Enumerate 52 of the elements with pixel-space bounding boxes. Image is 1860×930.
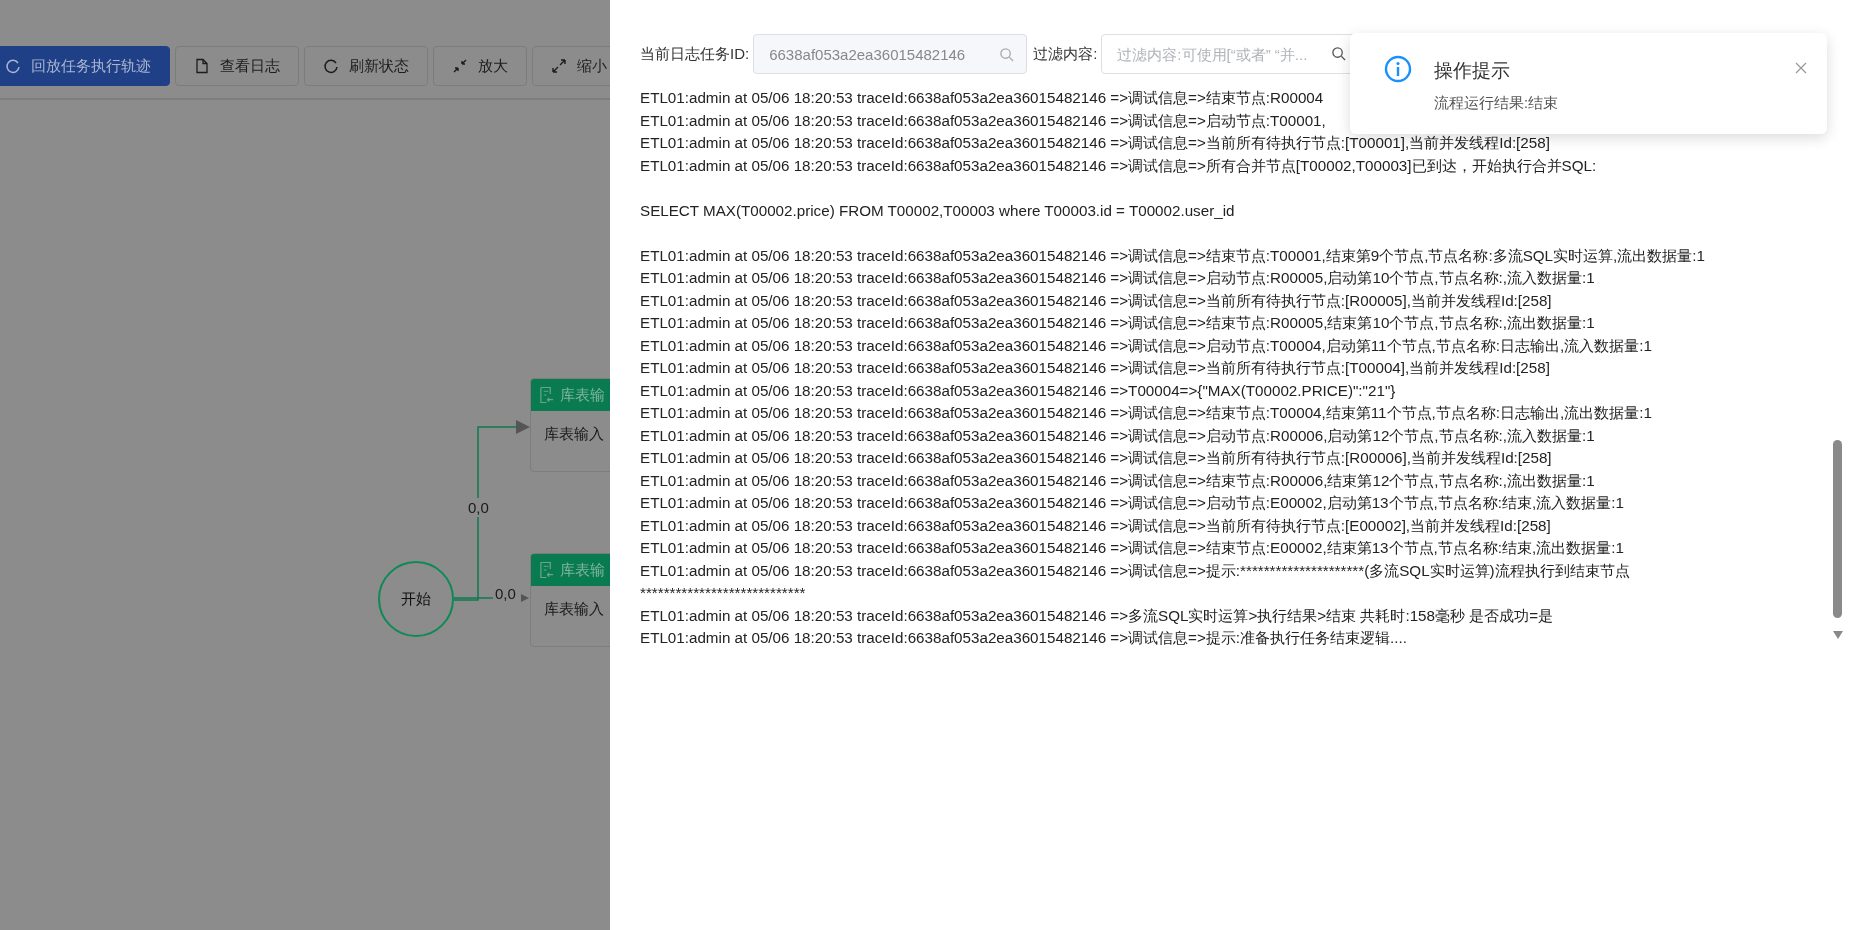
log-line: **************************** (640, 583, 806, 603)
search-icon (999, 46, 1015, 62)
log-line: ETL01:admin at 05/06 18:20:53 traceId:6638af053a2ea36015482146 =>调试信息=>提示:*********************(多流SQL实时运算)流程执行到结束节点 (640, 560, 1630, 581)
start-node[interactable]: 开始 (378, 561, 454, 637)
shrink-icon (452, 58, 468, 74)
expand-icon (551, 58, 567, 74)
node-label: 库表输入 (544, 425, 604, 442)
refresh-icon (323, 58, 339, 74)
close-icon[interactable] (1795, 62, 1807, 74)
scroll-down-icon[interactable] (1833, 631, 1843, 639)
log-line: ETL01:admin at 05/06 18:20:53 traceId:6638af053a2ea36015482146 =>调试信息=>启动节点:T00001, (640, 110, 1326, 131)
log-line: ETL01:admin at 05/06 18:20:53 traceId:6638af053a2ea36015482146 =>调试信息=>结束节点:R00005,结束第10个节点,节点名称:,流出数据量:1 (640, 313, 1595, 333)
file-icon (194, 58, 210, 74)
log-line: ETL01:admin at 05/06 18:20:53 traceId:6638af053a2ea36015482146 =>调试信息=>结束节点:R00006,结束第12个节点,节点名称:,流出数据量:1 (640, 470, 1595, 491)
filter-label: 过滤内容: (1033, 44, 1098, 64)
node-title: 库表输 (560, 385, 605, 405)
toolbar-button[interactable]: 放大 (433, 46, 527, 86)
log-line: ETL01:admin at 05/06 18:20:53 traceId:6638af053a2ea36015482146 =>调试信息=>提示:准备执行任务结束逻辑.... (640, 628, 1407, 648)
log-line: ETL01:admin at 05/06 18:20:53 traceId:6638af053a2ea36015482146 =>调试信息=>结束节点:T00004,结束第11个节点,节点名称:日志输出,流出数据量:1 (640, 403, 1652, 423)
task-id-label: 当前日志任务ID: (640, 44, 750, 64)
log-line: SELECT MAX(T00002.price) FROM T00002,T00003 where T00003.id = T00002.user_id (640, 200, 1235, 221)
log-line: ETL01:admin at 05/06 18:20:53 traceId:6638af053a2ea36015482146 =>调试信息=>当前所有待执行节点:[T00001],当前并发线程Id:[258] (640, 133, 1550, 153)
edge-label: 0,0 (466, 498, 491, 517)
log-line: ETL01:admin at 05/06 18:20:53 traceId:6638af053a2ea36015482146 =>调试信息=>启动节点:T00004,启动第11个节点,节点名称:日志输出,流入数据量:1 (640, 335, 1652, 356)
scrollbar-thumb[interactable] (1833, 440, 1842, 618)
log-line: ETL01:admin at 05/06 18:20:53 traceId:6638af053a2ea36015482146 =>调试信息=>结束节点:E00002,结束第13个节点,节点名称:结束,流出数据量:1 (640, 538, 1624, 558)
table-input-icon (539, 561, 554, 579)
table-input-icon (539, 386, 554, 404)
toolbar-button[interactable]: 缩小 (532, 46, 610, 86)
log-line: ETL01:admin at 05/06 18:20:53 traceId:6638af053a2ea36015482146 =>调试信息=>当前所有待执行节点:[E00002],当前并发线程Id:[258] (640, 515, 1551, 536)
log-line: ETL01:admin at 05/06 18:20:53 traceId:6638af053a2ea36015482146 =>调试信息=>启动节点:R00006,启动第12个节点,节点名称:,流入数据量:1 (640, 425, 1595, 446)
log-line: ETL01:admin at 05/06 18:20:53 traceId:6638af053a2ea36015482146 =>调试信息=>当前所有待执行节点:[T00004],当前并发线程Id:[258] (640, 358, 1550, 378)
search-icon (1331, 46, 1347, 61)
log-line: ETL01:admin at 05/06 18:20:53 traceId:6638af053a2ea36015482146 =>调试信息=>启动节点:R00005,启动第10个节点,节点名称:,流入数据量:1 (640, 268, 1595, 288)
flow-node[interactable]: 库表输 库表输入 (530, 378, 610, 472)
log-line: ETL01:admin at 05/06 18:20:53 traceId:6638af053a2ea36015482146 =>调试信息=>启动节点:E00002,启动第13个节点,节点名称:结束,流入数据量:1 (640, 493, 1624, 513)
toolbar-button[interactable]: 回放任务执行轨迹 (0, 46, 170, 86)
node-label: 库表输入 (544, 600, 604, 617)
log-line: ETL01:admin at 05/06 18:20:53 traceId:6638af053a2ea36015482146 =>多流SQL实时运算>执行结果>结束 共耗时:158毫秒 是否成功=是 (640, 605, 1554, 626)
toolbar-button[interactable]: 刷新状态 (304, 46, 428, 86)
log-line: ETL01:admin at 05/06 18:20:53 traceId:6638af053a2ea36015482146 =>调试信息=>结束节点:R00004 (640, 88, 1324, 108)
log-line: ETL01:admin at 05/06 18:20:53 traceId:6638af053a2ea36015482146 =>调试信息=>结束节点:T00001,结束第9个节点,节点名称:多流SQL实时运算,流出数据量:1 (640, 245, 1705, 266)
log-line: ETL01:admin at 05/06 18:20:53 traceId:6638af053a2ea36015482146 =>调试信息=>当前所有待执行节点:[R00006],当前并发线程Id:[258] (640, 448, 1552, 468)
log-line: ETL01:admin at 05/06 18:20:53 traceId:6638af053a2ea36015482146 =>T00004=>{"MAX(T00002.PRICE)":"21"} (640, 380, 1396, 401)
refresh-icon (5, 58, 21, 74)
node-title: 库表输 (560, 560, 605, 580)
info-icon (1384, 55, 1412, 83)
notification-message: 流程运行结果:结束 (1434, 94, 1560, 113)
log-line: ETL01:admin at 05/06 18:20:53 traceId:6638af053a2ea36015482146 =>调试信息=>当前所有待执行节点:[R00005],当前并发线程Id:[258] (640, 290, 1552, 311)
log-line: ETL01:admin at 05/06 18:20:53 traceId:6638af053a2ea36015482146 =>调试信息=>所有合并节点[T00002,T00003]已到达，开始执行合并SQL: (640, 155, 1597, 176)
toolbar-button[interactable]: 查看日志 (175, 46, 299, 86)
flow-node[interactable]: 库表输 库表输入 (530, 553, 610, 647)
